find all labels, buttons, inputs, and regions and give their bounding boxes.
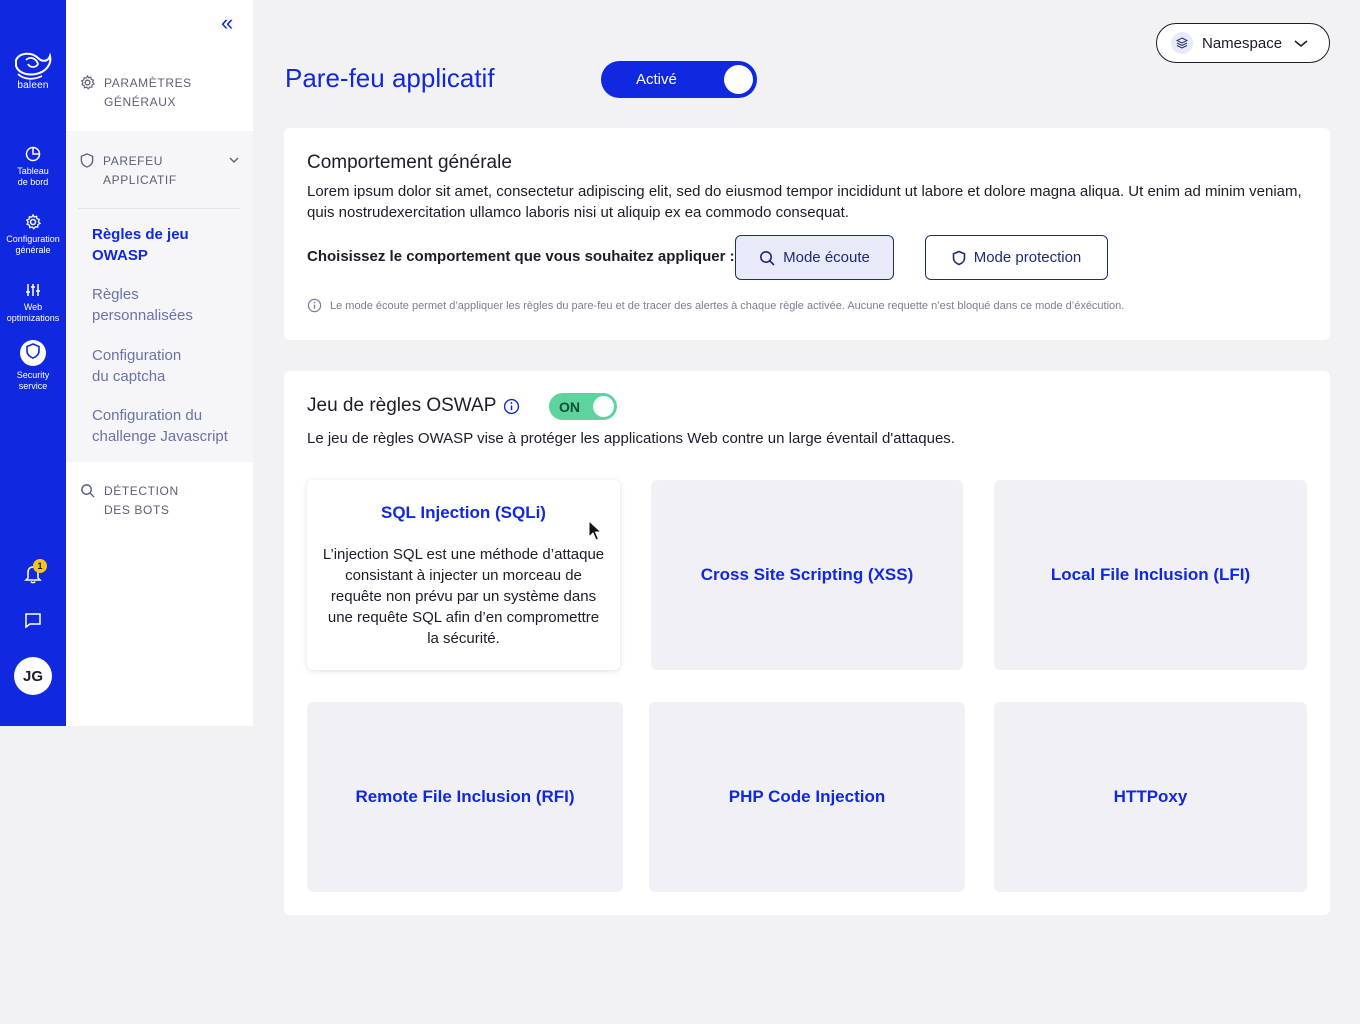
ruleset-toggle[interactable]: ON [549,393,617,420]
layers-icon [1171,32,1193,54]
chevron-down-icon [1294,39,1308,47]
rail-item-dashboard[interactable]: Tableau de bord [0,146,66,188]
whale-logo-icon [15,52,52,80]
mode-protection-button[interactable]: Mode protection [925,235,1108,280]
behavior-card: Comportement générale Lorem ipsum dolor … [284,128,1330,340]
rule-tile-rfi[interactable]: Remote File Inclusion (RFI) [307,702,623,892]
behavior-choose-label: Choisissez le comportement que vous souh… [307,248,735,265]
sidebar-item-captcha-config[interactable]: Configuration du captcha [92,345,250,387]
mouse-cursor-icon [588,520,603,541]
sidebar-item-owasp-rules[interactable]: Règles de jeu OWASP [92,224,250,266]
sidebar-item-label: GÉNÉRAUX [104,95,177,109]
ruleset-description: Le jeu de règles OWASP vise à protéger l… [307,430,955,447]
rule-tile-php-injection[interactable]: PHP Code Injection [649,702,965,892]
rule-tile-title: SQL Injection (SQLi) [381,503,546,522]
rule-tile-sqli[interactable]: SQL Injection (SQLi) L’injection SQL est… [307,480,620,670]
sidebar-item-label: PARAMÈTRES [104,76,192,90]
rail-label: de bord [17,177,49,187]
toggle-knob [724,65,753,94]
mode-info: Le mode écoute permet d’appliquer les rè… [307,298,1124,313]
rail-item-general-config[interactable]: Configuration générale [0,214,66,256]
rule-tile-lfi[interactable]: Local File Inclusion (LFI) [994,480,1307,670]
sidebar-item-label: PAREFEU [103,154,163,168]
rail-label: Security [16,370,50,380]
sidebar-item-label: DÉTECTION [104,484,179,498]
icon-rail: baleen Tableau de bord Configuration gén… [0,0,66,726]
chevron-down-icon[interactable] [229,156,239,164]
sub-item-label: challenge Javascript [92,428,228,445]
namespace-selector[interactable]: Namespace [1156,23,1330,63]
info-icon[interactable] [503,398,520,415]
rule-tile-title: Cross Site Scripting (XSS) [700,565,914,584]
rail-label: Web [23,302,43,312]
gear-icon [80,75,95,90]
shield-icon [26,343,40,359]
info-icon [307,298,322,313]
sub-item-label: Règles de jeu [92,226,189,243]
rail-item-security-service[interactable]: Security service [0,340,66,392]
gear-icon [25,214,41,230]
mode-listen-button[interactable]: Mode écoute [735,235,894,280]
pie-chart-icon [25,146,41,162]
rail-label: service [18,381,48,391]
sidebar-item-label: APPLICATIF [103,173,177,187]
info-text: Le mode écoute permet d’appliquer les rè… [330,299,1125,312]
rail-label: Configuration [6,234,60,244]
active-indicator [20,340,46,366]
sub-item-label: Règles [92,286,139,303]
mode-protection-label: Mode protection [973,249,1082,266]
rule-tile-title: Remote File Inclusion (RFI) [355,787,575,806]
secondary-sidebar: « PARAMÈTRES GÉNÉRAUX PAREFEU APPLICATIF… [66,0,253,726]
sub-item-label: OWASP [92,247,148,264]
rail-label: générale [15,245,51,255]
rail-item-web-optimizations[interactable]: Web optimizations [0,282,66,324]
sidebar-item-general-params[interactable]: PARAMÈTRES GÉNÉRAUX [80,74,192,112]
rule-tile-title: Local File Inclusion (LFI) [1050,565,1251,584]
sub-item-label: Configuration [92,347,182,364]
firewall-active-toggle[interactable]: Activé [601,61,757,98]
ruleset-toggle-label: ON [559,399,580,415]
page-title: Pare-feu applicatif [285,63,495,93]
logo-text: baleen [17,80,49,91]
sidebar-item-label: DES BOTS [104,503,170,517]
namespace-label: Namespace [1202,34,1283,52]
sidebar-item-firewall[interactable]: PAREFEU APPLICATIF [80,152,177,190]
shield-icon [952,250,966,265]
chat-icon[interactable] [24,611,42,629]
rule-tile-title: HTTPoxy [1113,787,1188,806]
sidebar-item-js-challenge-config[interactable]: Configuration du challenge Javascript [92,405,250,447]
sub-item-label: du captcha [92,368,166,385]
shield-icon [80,153,94,168]
toggle-label: Activé [636,71,677,88]
sidebar-item-custom-rules[interactable]: Règles personnalisées [92,284,250,326]
sub-item-label: Configuration du [92,407,203,424]
rule-tile-description: L’injection SQL est une méthode d’attaqu… [322,546,605,647]
rule-tile-xss[interactable]: Cross Site Scripting (XSS) [651,480,963,670]
sliders-icon [26,284,40,296]
rail-label: optimizations [6,313,60,323]
behavior-description: Lorem ipsum dolor sit amet, consectetur … [307,183,1302,221]
rule-tile-httpoxy[interactable]: HTTPoxy [994,702,1307,892]
notification-badge: 1 [33,559,47,573]
sidebar-item-bot-detection[interactable]: DÉTECTION DES BOTS [80,482,179,520]
ruleset-card: Jeu de règles OSWAP ON Le jeu de règles … [284,371,1330,915]
ruleset-title: Jeu de règles OSWAP [307,395,497,416]
behavior-title: Comportement générale [307,152,512,173]
rule-tile-title: PHP Code Injection [728,787,886,806]
toggle-knob [593,396,614,417]
avatar[interactable]: JG [14,657,52,695]
sub-item-label: personnalisées [92,307,193,324]
mode-listen-label: Mode écoute [783,249,870,266]
baleen-logo[interactable]: baleen [10,50,56,91]
search-icon [81,484,95,498]
search-icon [760,250,775,266]
divider [78,208,240,209]
collapse-sidebar-icon[interactable]: « [221,12,233,34]
rail-label: Tableau [17,166,49,176]
